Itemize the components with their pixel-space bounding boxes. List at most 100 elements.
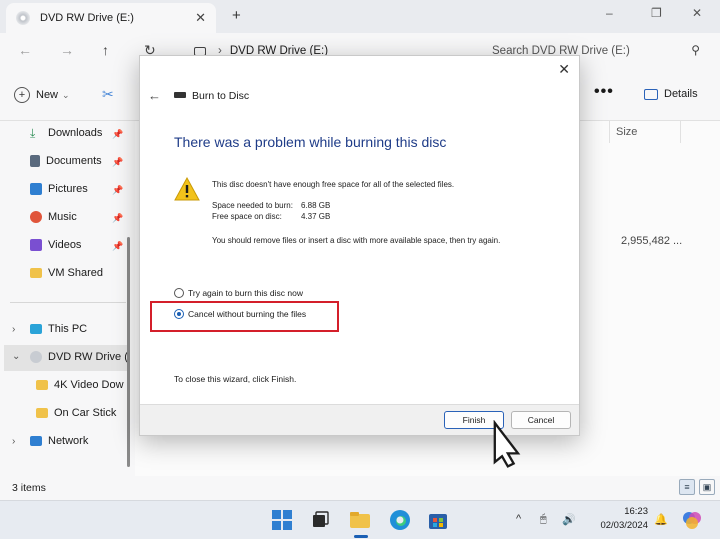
- store-icon[interactable]: [426, 508, 450, 532]
- copilot-icon[interactable]: [680, 508, 704, 532]
- file-explorer-taskbar-icon[interactable]: [348, 508, 372, 532]
- volume-icon[interactable]: 🔊: [562, 513, 576, 526]
- sidebar-item-label: Pictures: [48, 183, 88, 195]
- column-divider[interactable]: [680, 121, 681, 143]
- chevron-right-icon[interactable]: ›: [12, 436, 15, 447]
- sidebar-item-music[interactable]: Music: [30, 211, 77, 223]
- chevron-down-icon[interactable]: ⌄: [12, 351, 20, 362]
- forward-icon[interactable]: →: [60, 42, 74, 58]
- network-status-icon[interactable]: 🖱: [540, 513, 547, 526]
- documents-icon: [30, 155, 40, 167]
- size-column-header[interactable]: Size: [616, 126, 637, 138]
- space-needed-label: Space needed to burn:: [212, 201, 293, 210]
- sidebar-item-label: Downloads: [48, 127, 103, 139]
- free-space-value: 4.37 GB: [301, 212, 331, 221]
- clock-time: 16:23: [624, 506, 648, 517]
- sidebar-item-4k-video[interactable]: 4K Video Dow: [36, 379, 124, 391]
- up-icon[interactable]: ↑: [102, 42, 109, 58]
- tab-title: DVD RW Drive (E:): [40, 12, 134, 24]
- try-again-option[interactable]: Try again to burn this disc now: [174, 288, 303, 298]
- system-clock[interactable]: 16:23 02/03/2024: [586, 505, 648, 533]
- space-needed-value: 6.88 GB: [301, 201, 331, 210]
- disc-drive-icon: [174, 92, 186, 98]
- notification-bell-icon[interactable]: 🔔: [654, 513, 668, 526]
- minimize-icon[interactable]: –: [606, 6, 613, 20]
- folder-icon: [36, 380, 48, 390]
- folder-icon: [36, 408, 48, 418]
- title-bar: DVD RW Drive (E:) ✕ + – ❐ ✕: [0, 0, 720, 33]
- music-icon: [30, 211, 42, 223]
- sidebar-item-pictures[interactable]: Pictures: [30, 183, 88, 195]
- search-icon: ⚲: [691, 43, 700, 57]
- back-icon[interactable]: ←: [18, 42, 32, 58]
- try-again-label: Try again to burn this disc now: [188, 288, 303, 298]
- task-view-icon[interactable]: [308, 508, 332, 532]
- sidebar-item-vm-shared[interactable]: VM Shared: [30, 267, 103, 279]
- sidebar-item-on-car-stick[interactable]: On Car Stick: [36, 407, 116, 419]
- sidebar-item-dvd-drive[interactable]: DVD RW Drive (: [30, 351, 128, 363]
- folder-icon: [30, 268, 42, 278]
- close-icon[interactable]: ✕: [558, 61, 570, 78]
- tiles-view-icon[interactable]: ▣: [699, 479, 715, 495]
- details-view-icon[interactable]: ≡: [679, 479, 695, 495]
- sidebar-scrollbar[interactable]: [127, 237, 130, 467]
- new-tab-icon[interactable]: +: [232, 7, 241, 24]
- sidebar-item-this-pc[interactable]: This PC: [30, 323, 87, 335]
- sidebar-item-label: DVD RW Drive (: [48, 351, 128, 363]
- dialog-title: Burn to Disc: [192, 90, 250, 102]
- details-button[interactable]: Details: [644, 88, 698, 100]
- this-pc-icon: [30, 324, 42, 334]
- edge-icon[interactable]: [388, 508, 412, 532]
- dvd-drive-icon: [16, 11, 30, 25]
- pin-icon[interactable]: 📌: [112, 185, 123, 196]
- back-arrow-icon[interactable]: ←: [148, 88, 161, 103]
- free-space-label: Free space on disc:: [212, 212, 282, 221]
- sidebar-item-label: Music: [48, 211, 77, 223]
- column-divider[interactable]: [609, 121, 610, 143]
- close-window-icon[interactable]: ✕: [692, 6, 702, 20]
- sidebar-item-label: Network: [48, 435, 89, 447]
- pin-icon[interactable]: 📌: [112, 213, 123, 224]
- sidebar-item-label: Videos: [48, 239, 82, 251]
- sidebar-item-label: This PC: [48, 323, 88, 335]
- sidebar-item-label: 4K Video Dow: [54, 379, 124, 391]
- sidebar-item-downloads[interactable]: ⤓ Downloads: [30, 127, 102, 139]
- mouse-pointer-icon: [493, 420, 521, 468]
- tray-overflow-icon[interactable]: ^: [516, 513, 521, 525]
- network-icon: [30, 436, 42, 446]
- pictures-icon: [30, 183, 42, 195]
- advice-text: You should remove files or insert a disc…: [212, 236, 501, 245]
- pin-icon[interactable]: 📌: [112, 157, 123, 168]
- sidebar-item-videos[interactable]: Videos: [30, 239, 81, 251]
- tab-close-icon[interactable]: ✕: [195, 10, 206, 26]
- sidebar-item-label: On Car Stick: [54, 407, 117, 419]
- cut-icon[interactable]: ✂: [102, 86, 114, 103]
- radio-unchecked[interactable]: [174, 288, 184, 298]
- burn-to-disc-dialog: ✕ ← Burn to Disc There was a problem whi…: [139, 55, 580, 436]
- clock-date: 02/03/2024: [600, 520, 648, 531]
- file-size-value: 2,955,482 ...: [621, 235, 683, 247]
- active-app-indicator: [354, 535, 368, 538]
- maximize-icon[interactable]: ❐: [651, 6, 662, 20]
- warning-icon: [174, 177, 200, 201]
- start-icon[interactable]: [270, 508, 294, 532]
- status-bar: 3 items ≡ ▣: [0, 476, 720, 500]
- tab-dvd-drive[interactable]: DVD RW Drive (E:) ✕: [6, 3, 216, 33]
- pin-icon[interactable]: 📌: [112, 129, 123, 140]
- pin-icon[interactable]: 📌: [112, 241, 123, 252]
- dvd-drive-icon: [30, 351, 42, 363]
- sidebar-item-network[interactable]: Network: [30, 435, 88, 447]
- videos-icon: [30, 239, 42, 251]
- chevron-right-icon[interactable]: ›: [12, 324, 15, 335]
- details-pane-icon: [644, 88, 658, 100]
- sidebar-item-documents[interactable]: Documents: [30, 155, 102, 167]
- item-count: 3 items: [12, 482, 46, 494]
- more-options-button[interactable]: •••: [594, 83, 614, 101]
- new-button[interactable]: + New ⌄: [14, 87, 70, 103]
- navigation-pane: ⤓ Downloads 📌 Documents 📌 Pictures 📌 Mus…: [0, 121, 135, 476]
- red-highlight-box: [150, 301, 339, 332]
- dialog-heading: There was a problem while burning this d…: [174, 134, 447, 150]
- sidebar-item-label: Documents: [46, 155, 102, 167]
- sidebar-item-label: VM Shared: [48, 267, 104, 279]
- new-label: New: [36, 89, 59, 101]
